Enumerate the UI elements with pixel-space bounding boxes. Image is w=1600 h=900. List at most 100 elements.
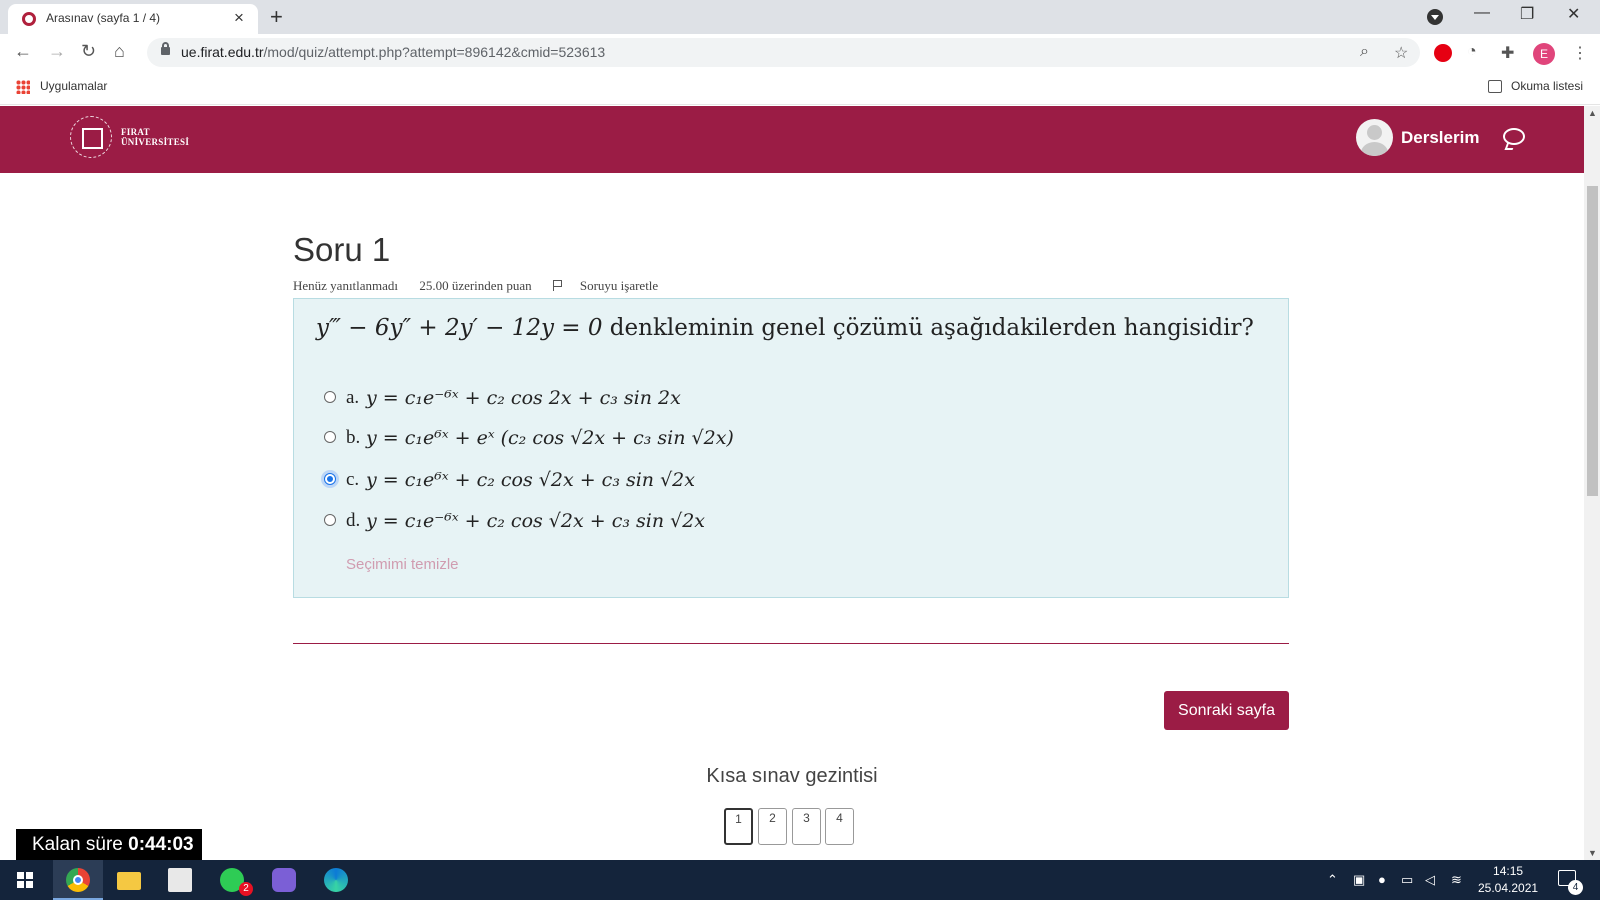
taskbar-edge[interactable] <box>311 860 361 900</box>
url-path: /mod/quiz/attempt.php?attempt=896142&cmi… <box>263 44 606 60</box>
option-formula: y = c₁e⁻⁶ˣ + c₂ cos 2x + c₃ sin 2x <box>366 387 681 409</box>
scroll-up-icon[interactable]: ▲ <box>1588 108 1597 118</box>
microphone-icon[interactable]: ● <box>1378 872 1386 887</box>
timer-value: 0:44:03 <box>128 834 194 855</box>
reading-list-button[interactable]: Okuma listesi <box>1511 79 1583 93</box>
tab-title: Arasınav (sayfa 1 / 4) <box>46 11 161 25</box>
extension-speed-icon[interactable]: ◔ <box>1467 43 1477 61</box>
profile-avatar[interactable]: E <box>1533 43 1555 65</box>
meet-now-icon[interactable]: ▣ <box>1353 872 1365 888</box>
next-page-button[interactable]: Sonraki sayfa <box>1164 691 1289 730</box>
question-text: y‴ − 6y″ + 2y′ − 12y = 0 denkleminin gen… <box>316 315 1254 341</box>
flag-question-label[interactable]: Soruyu işaretle <box>580 278 658 293</box>
apps-bookmark[interactable]: Uygulamalar <box>40 79 107 93</box>
camera-app-icon <box>272 868 296 892</box>
reload-icon[interactable]: ↻ <box>81 41 96 62</box>
minimize-icon[interactable]: — <box>1474 4 1490 22</box>
apps-grid-icon[interactable] <box>16 80 30 94</box>
url-host: ue.firat.edu.tr <box>181 44 264 60</box>
zoom-icon[interactable]: ⌕ <box>1360 43 1369 61</box>
whatsapp-badge: 2 <box>239 882 253 896</box>
adblock-extension-icon[interactable] <box>1434 44 1452 62</box>
address-bar[interactable]: ue.firat.edu.tr/mod/quiz/attempt.php?att… <box>147 38 1420 67</box>
logo-line-2: ÜNİVERSİTESİ <box>121 137 190 147</box>
folder-icon <box>117 872 141 890</box>
time-remaining: Kalan süre 0:44:03 <box>16 829 202 860</box>
new-tab-icon[interactable]: + <box>270 4 283 30</box>
option-formula: y = c₁e⁶ˣ + c₂ cos √2x + c₃ sin √2x <box>366 469 695 491</box>
option-letter: a. <box>346 387 360 408</box>
clock-date: 25.04.2021 <box>1478 881 1539 895</box>
question-equation: y‴ − 6y″ + 2y′ − 12y = 0 <box>316 315 603 341</box>
radio-option-c[interactable] <box>324 473 336 485</box>
browser-tab-strip: Arasınav (sayfa 1 / 4) × + — ❐ ✕ <box>0 0 1600 34</box>
site-favicon-icon <box>22 12 36 26</box>
menu-kebab-icon[interactable]: ⋮ <box>1572 43 1588 63</box>
tab-search-icon[interactable] <box>1427 9 1443 25</box>
question-points: 25.00 üzerinden puan <box>419 278 532 293</box>
back-icon[interactable]: ← <box>14 41 32 62</box>
logo-line-1: FIRAT <box>121 127 150 137</box>
maximize-icon[interactable]: ❐ <box>1520 4 1534 24</box>
windows-taskbar: 2 ⌃ ▣ ● ▭ ◁ ≋ 14:15 25.04.2021 4 <box>0 860 1600 900</box>
close-window-icon[interactable]: ✕ <box>1567 4 1580 24</box>
volume-icon[interactable]: ◁ <box>1425 872 1435 888</box>
url-text[interactable]: ue.firat.edu.tr/mod/quiz/attempt.php?att… <box>181 44 605 60</box>
page-scrollbar[interactable]: ▲ ▼ <box>1584 106 1600 860</box>
radio-option-a[interactable] <box>324 391 336 403</box>
taskbar-store[interactable] <box>155 860 205 900</box>
question-title: Soru 1 <box>293 231 391 268</box>
flag-icon[interactable] <box>552 280 562 291</box>
chrome-icon <box>66 868 90 892</box>
scroll-down-icon[interactable]: ▼ <box>1588 848 1597 858</box>
question-content-box: y‴ − 6y″ + 2y′ − 12y = 0 denkleminin gen… <box>293 298 1289 598</box>
close-tab-icon[interactable]: × <box>234 8 244 28</box>
bookmarks-bar: Uygulamalar Okuma listesi <box>0 70 1600 105</box>
question-prompt: denkleminin genel çözümü aşağıdakilerden… <box>602 315 1254 341</box>
taskbar-whatsapp[interactable]: 2 <box>207 860 257 900</box>
radio-option-d[interactable] <box>324 514 336 526</box>
windows-start-icon[interactable] <box>17 872 33 888</box>
clear-choice-link[interactable]: Seçimimi temizle <box>346 556 459 573</box>
quiz-nav-page-3[interactable]: 3 <box>792 808 821 845</box>
option-formula: y = c₁e⁻⁶ˣ + c₂ cos √2x + c₃ sin √2x <box>366 510 706 532</box>
messages-icon[interactable] <box>1503 128 1525 145</box>
home-icon[interactable]: ⌂ <box>114 41 125 62</box>
quiz-nav-page-2[interactable]: 2 <box>758 808 787 845</box>
lock-icon[interactable] <box>161 42 170 55</box>
reading-list-icon[interactable] <box>1488 80 1502 93</box>
question-info: Henüz yanıtlanmadı 25.00 üzerinden puan … <box>293 278 694 294</box>
my-courses-link[interactable]: Derslerim <box>1401 128 1479 148</box>
scroll-thumb[interactable] <box>1587 186 1598 496</box>
extensions-puzzle-icon[interactable]: ✚ <box>1501 43 1514 63</box>
option-letter: d. <box>346 510 361 531</box>
tray-chevron-icon[interactable]: ⌃ <box>1327 872 1338 888</box>
option-formula: y = c₁e⁶ˣ + eˣ (c₂ cos √2x + c₃ sin √2x) <box>366 427 734 449</box>
quiz-nav-page-1[interactable]: 1 <box>724 808 753 845</box>
clock-time: 14:15 <box>1493 864 1524 878</box>
taskbar-camera-app[interactable] <box>259 860 309 900</box>
taskbar-clock[interactable]: 14:15 25.04.2021 <box>1478 863 1538 897</box>
edge-icon <box>324 868 348 892</box>
taskbar-file-explorer[interactable] <box>104 860 154 900</box>
wifi-icon[interactable]: ≋ <box>1451 872 1462 888</box>
flag-question-link[interactable]: Soruyu işaretle <box>552 278 676 293</box>
university-logo-text[interactable]: FIRAT ÜNİVERSİTESİ <box>121 127 189 147</box>
battery-icon[interactable]: ▭ <box>1401 872 1413 888</box>
content-divider <box>293 643 1289 644</box>
question-status: Henüz yanıtlanmadı <box>293 278 399 293</box>
browser-tab[interactable]: Arasınav (sayfa 1 / 4) × <box>8 4 258 34</box>
user-avatar[interactable] <box>1356 119 1393 156</box>
option-letter: b. <box>346 427 361 448</box>
radio-option-b[interactable] <box>324 431 336 443</box>
bookmark-star-icon[interactable]: ☆ <box>1394 43 1408 63</box>
university-seal-logo[interactable] <box>70 116 112 158</box>
taskbar-chrome[interactable] <box>53 860 103 900</box>
site-header: FIRAT ÜNİVERSİTESİ Derslerim <box>0 106 1584 173</box>
browser-toolbar: ← → ↻ ⌂ ue.firat.edu.tr/mod/quiz/attempt… <box>0 34 1600 70</box>
forward-icon[interactable]: → <box>48 41 66 62</box>
store-icon <box>168 868 192 892</box>
quiz-nav-page-4[interactable]: 4 <box>825 808 854 845</box>
timer-label: Kalan süre <box>32 834 123 855</box>
quiz-navigation-title: Kısa sınav gezintisi <box>706 765 878 787</box>
